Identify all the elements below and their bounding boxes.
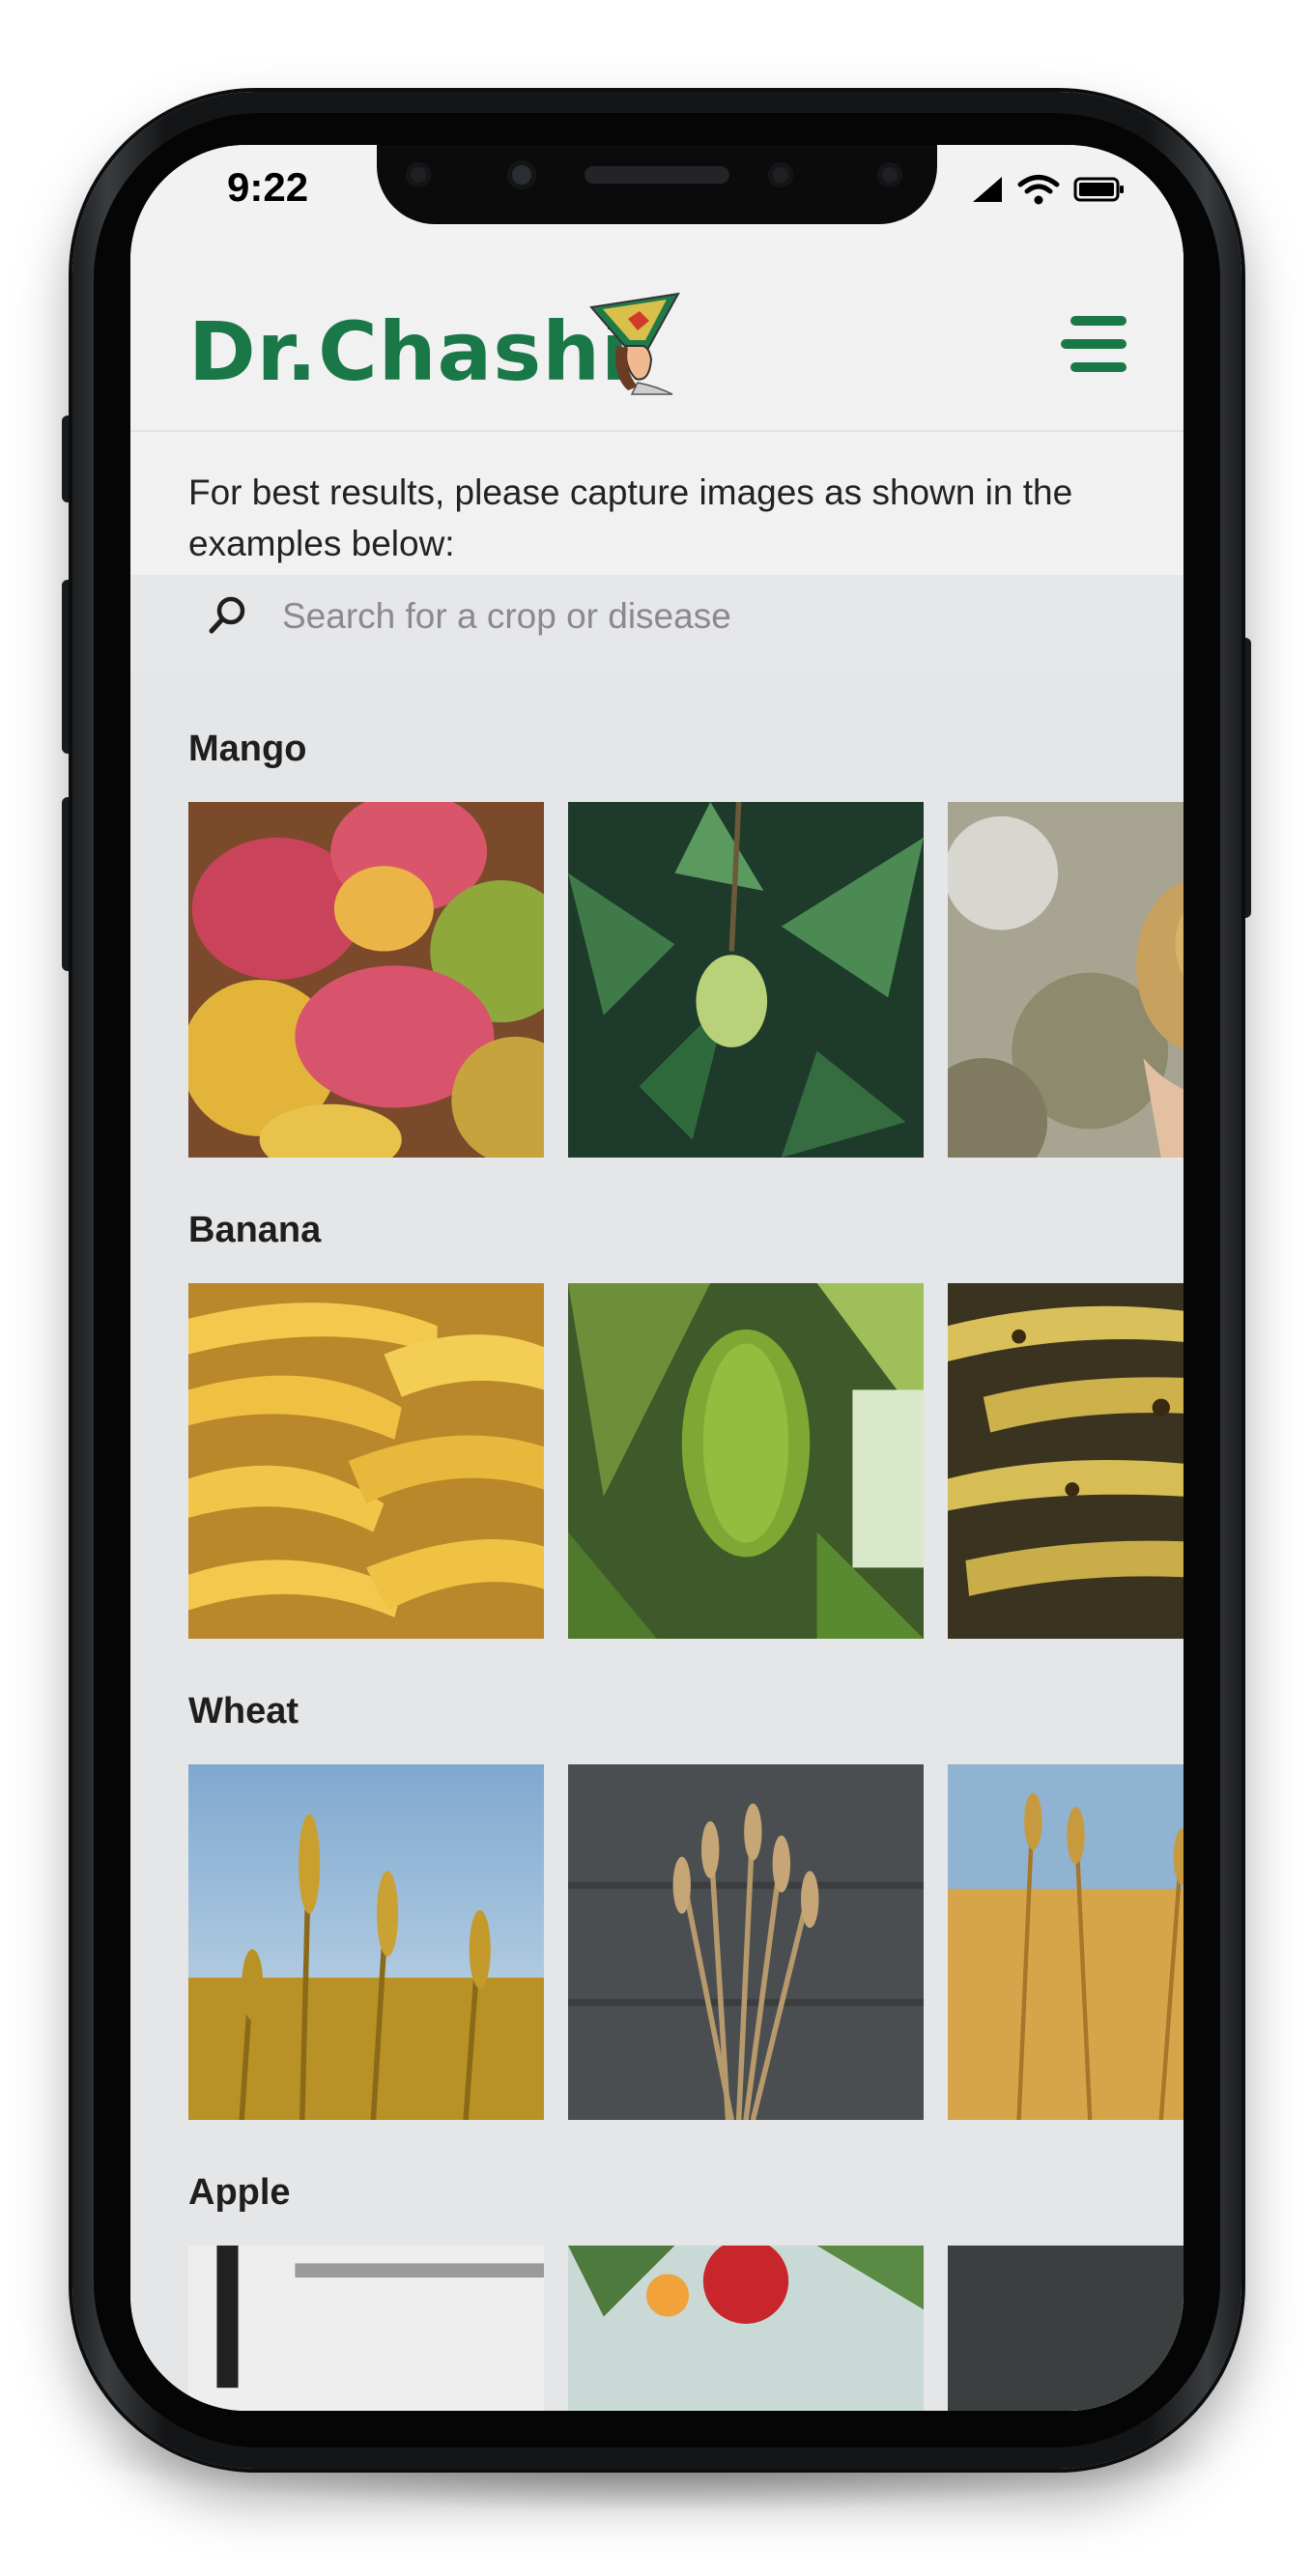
mango-in-hand-photo[interactable] (948, 802, 1184, 1158)
crop-section-mango: Mango (188, 720, 1184, 1158)
crop-image-row (188, 1283, 1184, 1639)
hamburger-menu-icon[interactable] (1061, 314, 1133, 374)
crop-title: Apple (188, 2172, 291, 2213)
crop-image-row (188, 2246, 1184, 2411)
notch (377, 145, 937, 224)
front-camera (507, 160, 536, 189)
crop-title: Mango (188, 729, 307, 769)
app-header: Dr.Chashi (130, 237, 1184, 432)
crop-section-banana: Banana (188, 1201, 1184, 1639)
battery-icon (1073, 177, 1124, 202)
app-logo[interactable]: Dr.Chashi (188, 304, 630, 399)
status-icons (971, 174, 1126, 205)
wheat-stalks-on-wood-photo[interactable] (568, 1764, 924, 2120)
proximity-sensor (768, 162, 793, 187)
crop-section-wheat: Wheat (188, 1682, 1184, 2120)
sensor-dot (877, 162, 902, 187)
apple-dark-photo[interactable] (948, 2246, 1184, 2411)
apple-orchard-photo[interactable] (188, 2246, 544, 2411)
banana-bunch-on-plant-photo[interactable] (568, 1283, 924, 1639)
wheat-field-sky-photo[interactable] (188, 1764, 544, 2120)
mango-on-tree-photo[interactable] (568, 802, 924, 1158)
earpiece-speaker (585, 166, 729, 184)
crop-section-apple: Apple (188, 2163, 1184, 2411)
search-bar[interactable] (188, 565, 1129, 689)
mango-pile-photo[interactable] (188, 802, 544, 1158)
search-icon (209, 596, 245, 634)
signal-icon (973, 177, 1002, 202)
apple-on-branch-photo[interactable] (568, 2246, 924, 2411)
search-input[interactable] (280, 587, 1105, 646)
crop-title: Wheat (188, 1691, 299, 1732)
wifi-icon (1017, 175, 1060, 205)
instructions-text: For best results, please capture images … (188, 472, 1073, 563)
crop-examples-list: Mango Banana Wheat Apple (130, 672, 1184, 2411)
farmer-mascot-icon (589, 292, 680, 395)
phone-screen: 9:22 Dr.Chashi For best results, please … (130, 145, 1184, 2411)
crop-image-row (188, 802, 1184, 1158)
app-top-area: Dr.Chashi For best results, please captu… (130, 237, 1184, 689)
banana-pile-photo[interactable] (188, 1283, 544, 1639)
status-time: 9:22 (227, 164, 309, 210)
crop-image-row (188, 1764, 1184, 2120)
sensor-dot (406, 162, 431, 187)
ripe-spotted-bananas-photo[interactable] (948, 1283, 1184, 1639)
golden-wheat-field-photo[interactable] (948, 1764, 1184, 2120)
crop-title: Banana (188, 1210, 322, 1250)
